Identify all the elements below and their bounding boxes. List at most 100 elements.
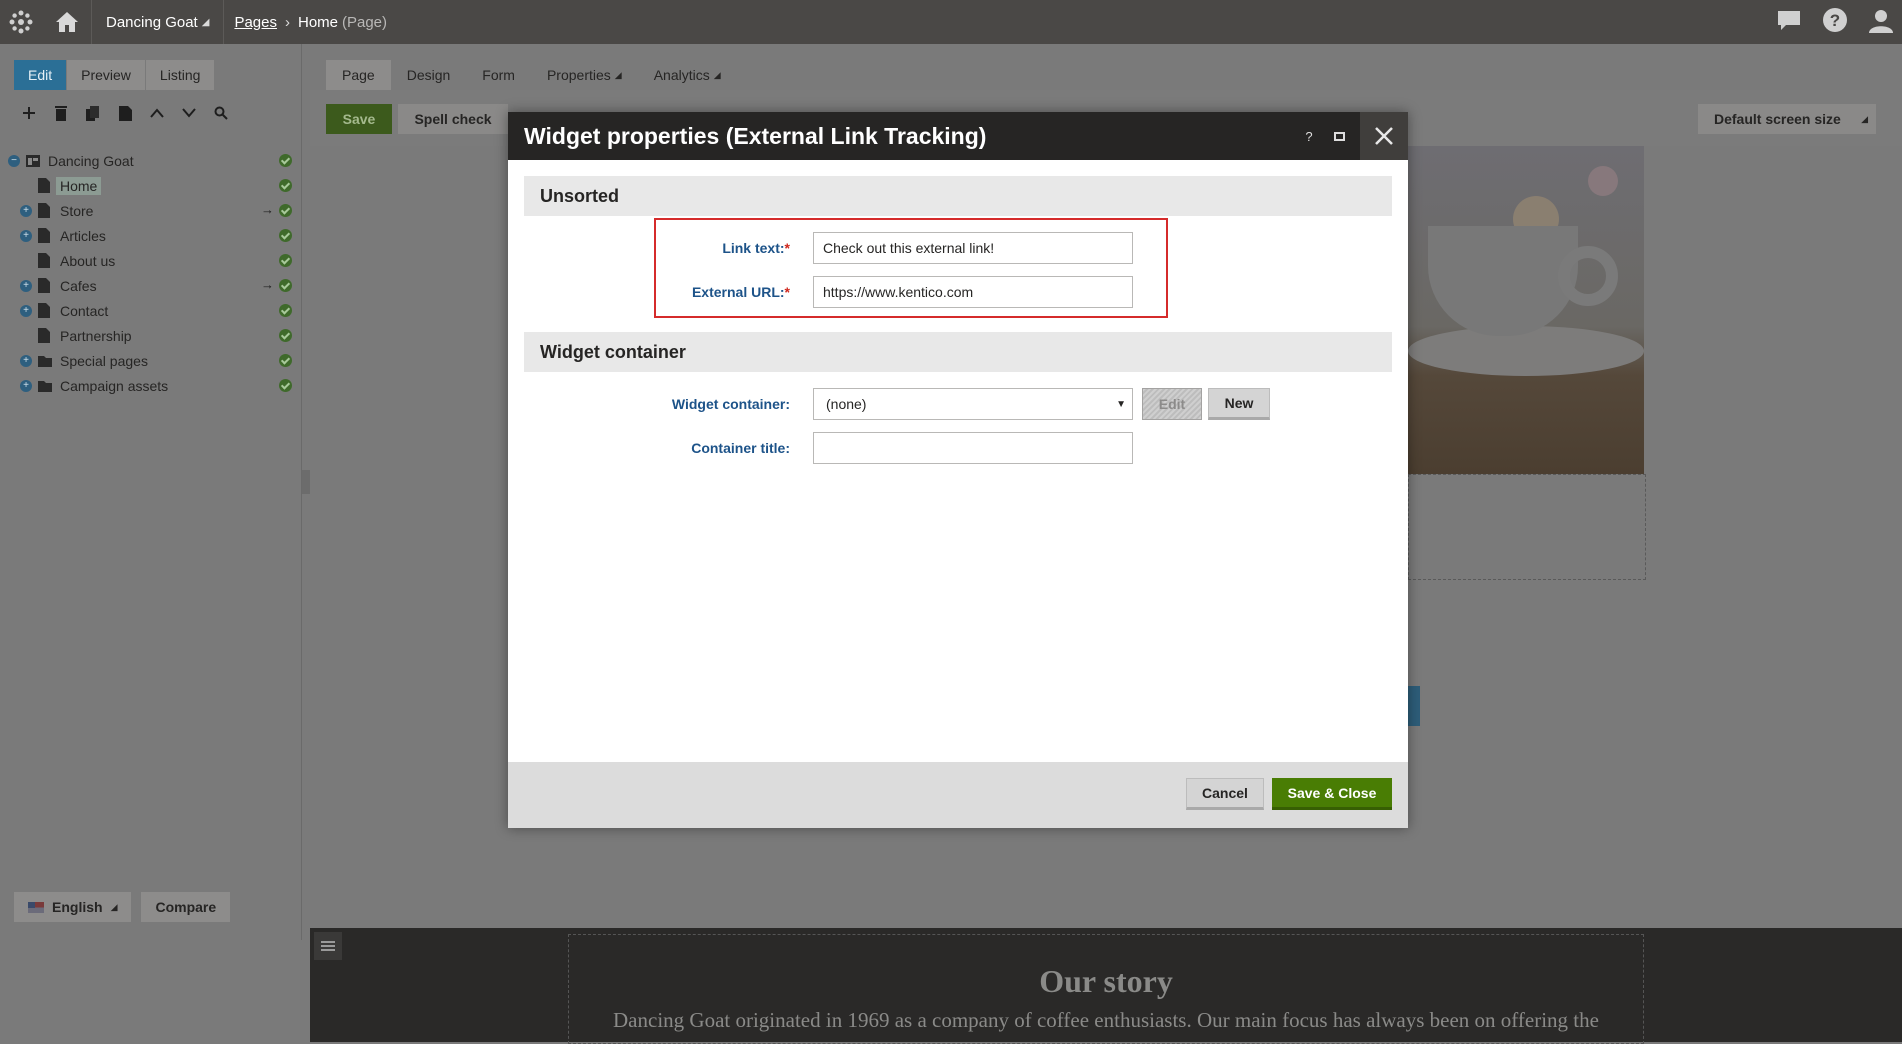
expand-icon[interactable]: + xyxy=(20,304,32,317)
tab-edit[interactable]: Edit xyxy=(14,60,68,90)
tab-listing[interactable]: Listing xyxy=(145,60,216,90)
widget-container-select[interactable]: (none) ▼ xyxy=(813,388,1133,420)
tree-node-label: Special pages xyxy=(60,352,148,369)
story-block: Our story Dancing Goat originated in 196… xyxy=(568,934,1644,1044)
link-text-row: Link text:* xyxy=(508,232,1408,264)
published-status-icon xyxy=(279,279,292,292)
tree-node[interactable]: + Special pages xyxy=(8,348,298,373)
tree-node-label: About us xyxy=(60,252,116,269)
external-url-input[interactable] xyxy=(813,276,1133,308)
tab-page[interactable]: Page xyxy=(326,60,391,90)
save-close-button[interactable]: Save & Close xyxy=(1272,778,1392,810)
section-widget-container[interactable]: Widget container xyxy=(524,332,1392,372)
move-icon[interactable] xyxy=(116,104,134,122)
redirect-arrow-icon: → xyxy=(261,277,274,292)
breadcrumb-current: Home xyxy=(297,13,338,31)
widget-container-row: Widget container: (none) ▼ Edit New xyxy=(508,388,1408,420)
published-status-icon xyxy=(279,179,292,192)
dialog-controls: ? xyxy=(1294,112,1408,160)
add-icon[interactable] xyxy=(20,104,38,122)
copy-icon[interactable] xyxy=(84,104,102,122)
top-bar: Dancing Goat ◢ Pages › Home (Page) ? xyxy=(0,0,1902,44)
move-up-icon[interactable] xyxy=(148,104,166,122)
link-text-input[interactable] xyxy=(813,232,1133,264)
preview-button-edge xyxy=(1408,686,1420,726)
chevron-down-icon: ◢ xyxy=(1861,113,1868,124)
menu-icon[interactable] xyxy=(314,932,342,960)
tree-node[interactable]: Home xyxy=(8,173,298,198)
tree-node-label: Store xyxy=(60,202,94,219)
expand-icon[interactable]: + xyxy=(20,229,32,242)
tree-node[interactable]: + Cafes → xyxy=(8,273,298,298)
maximize-icon[interactable] xyxy=(1324,131,1354,141)
tree-node[interactable]: − Dancing Goat xyxy=(8,148,298,173)
close-icon[interactable] xyxy=(1360,112,1408,160)
save-button[interactable]: Save xyxy=(326,104,392,134)
edit-container-button[interactable]: Edit xyxy=(1142,388,1202,420)
chevron-down-icon: ◢ xyxy=(201,16,210,28)
widget-zone xyxy=(1408,474,1646,580)
content-tabs: Page Design Form Properties ◢ Analytics ◢ xyxy=(326,60,737,90)
kentico-logo-icon[interactable] xyxy=(0,0,42,44)
help-icon[interactable]: ? xyxy=(1822,7,1848,38)
screen-size-selector[interactable]: Default screen size ◢ xyxy=(1698,104,1876,134)
widget-container-label: Widget container: xyxy=(671,396,790,412)
left-footer: English ◢ Compare xyxy=(14,892,231,922)
search-icon[interactable] xyxy=(212,104,230,122)
published-status-icon xyxy=(279,154,292,167)
page-icon xyxy=(38,303,52,319)
page-icon xyxy=(38,203,52,219)
page-icon xyxy=(38,328,52,344)
move-down-icon[interactable] xyxy=(180,104,198,122)
tree-node[interactable]: Partnership xyxy=(8,323,298,348)
new-container-button[interactable]: New xyxy=(1208,388,1270,420)
us-flag-icon xyxy=(28,901,44,913)
site-selector[interactable]: Dancing Goat ◢ xyxy=(92,0,225,44)
collapse-icon[interactable]: − xyxy=(8,154,20,167)
published-status-icon xyxy=(279,229,292,242)
container-title-input[interactable] xyxy=(813,432,1133,464)
tree-node[interactable]: About us xyxy=(8,248,298,273)
chat-icon[interactable] xyxy=(1776,9,1802,36)
expand-icon[interactable]: + xyxy=(20,279,32,292)
cancel-button[interactable]: Cancel xyxy=(1186,778,1264,810)
tab-design[interactable]: Design xyxy=(391,60,467,90)
language-selector[interactable]: English ◢ xyxy=(14,892,132,922)
breadcrumb-pages-link[interactable]: Pages xyxy=(234,14,277,31)
chevron-down-icon: ◢ xyxy=(110,901,118,912)
published-status-icon xyxy=(279,254,292,267)
home-icon[interactable] xyxy=(42,0,92,44)
breadcrumb: Pages › Home (Page) xyxy=(224,14,387,31)
page-icon xyxy=(38,278,52,294)
story-title: Our story xyxy=(1039,963,1173,999)
expand-icon[interactable]: + xyxy=(20,204,32,217)
tab-label: Design xyxy=(406,67,451,83)
chevron-down-icon: ◢ xyxy=(614,69,622,80)
spell-check-button[interactable]: Spell check xyxy=(398,104,508,134)
dialog-title: Widget properties (External Link Trackin… xyxy=(524,122,987,149)
tab-analytics[interactable]: Analytics ◢ xyxy=(638,60,737,90)
tree-node[interactable]: + Articles xyxy=(8,223,298,248)
user-icon[interactable] xyxy=(1868,7,1894,38)
tree-node[interactable]: + Store → xyxy=(8,198,298,223)
site-name: Dancing Goat xyxy=(106,13,198,31)
dialog-footer: Cancel Save & Close xyxy=(508,762,1408,828)
expand-icon[interactable]: + xyxy=(20,354,32,367)
published-status-icon xyxy=(279,304,292,317)
panel-resize-handle[interactable] xyxy=(302,470,310,494)
help-icon[interactable]: ? xyxy=(1294,129,1324,144)
tab-preview[interactable]: Preview xyxy=(67,60,146,90)
tree-node[interactable]: + Contact xyxy=(8,298,298,323)
tab-label: Analytics xyxy=(653,67,710,83)
dropdown-arrow-icon: ▼ xyxy=(1116,399,1126,410)
tree-node[interactable]: + Campaign assets xyxy=(8,373,298,398)
section-unsorted[interactable]: Unsorted xyxy=(524,176,1392,216)
compare-button[interactable]: Compare xyxy=(141,892,231,922)
delete-icon[interactable] xyxy=(52,104,70,122)
tab-label: Properties xyxy=(546,67,611,83)
tab-form[interactable]: Form xyxy=(466,60,531,90)
story-text: Dancing Goat originated in 1969 as a com… xyxy=(613,1008,1599,1032)
expand-icon[interactable]: + xyxy=(20,379,32,392)
tab-properties[interactable]: Properties ◢ xyxy=(531,60,638,90)
story-section: Our story Dancing Goat originated in 196… xyxy=(310,928,1902,1044)
